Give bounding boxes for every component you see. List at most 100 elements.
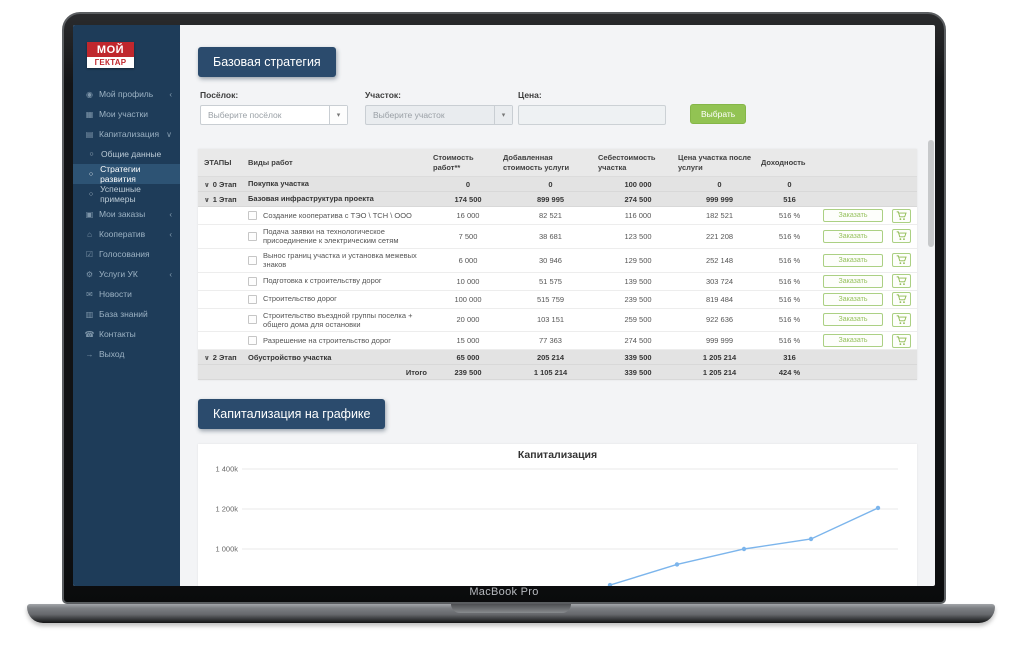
sidebar-item[interactable]: ☑ Голосования	[73, 244, 180, 264]
add-to-cart-button[interactable]	[892, 229, 911, 243]
table-row: Подготовка к строительству дорог 10 000 …	[198, 273, 917, 291]
sidebar-item[interactable]: ▥ База знаний	[73, 304, 180, 324]
price-filter: Цена:	[518, 90, 666, 125]
plot-select[interactable]: Выберите участок ▾	[365, 105, 513, 125]
price-label: Цена:	[518, 90, 666, 100]
price-after-value: 819 484	[678, 295, 761, 304]
plot-label: Участок:	[365, 90, 513, 100]
strategy-table: ЭТАПЫ Виды работ Стоимость работ** Добав…	[198, 149, 917, 380]
plots-icon: ▦	[84, 110, 95, 119]
row-checkbox[interactable]	[248, 295, 257, 304]
cart-icon	[896, 255, 907, 265]
cart-icon	[896, 231, 907, 241]
laptop-frame: МОЙ ГЕКТАР ◉ Мой профиль ‹ ▦ Мои участки…	[62, 12, 946, 604]
row-checkbox[interactable]	[248, 315, 257, 324]
added-value: 51 575	[503, 277, 598, 286]
svg-text:1 200k: 1 200k	[215, 505, 238, 514]
price-after-value: 1 205 214	[678, 353, 761, 362]
price-after-value: 1 205 214	[678, 368, 761, 377]
sidebar-item[interactable]: ✉ Новости	[73, 284, 180, 304]
vertical-scrollbar[interactable]	[928, 140, 934, 247]
app-logo[interactable]: МОЙ ГЕКТАР	[87, 42, 134, 68]
chevron-down-icon[interactable]: ∨	[204, 355, 210, 362]
order-button[interactable]: Заказать	[823, 275, 883, 288]
selfcost-value: 123 500	[598, 232, 678, 241]
yield-value: 516 %	[761, 277, 818, 286]
chevron-icon: ∨	[166, 130, 172, 139]
row-checkbox[interactable]	[248, 277, 257, 286]
selfcost-value: 139 500	[598, 277, 678, 286]
table-row: Разрешение на строительство дорог 15 000…	[198, 332, 917, 350]
sidebar-item[interactable]: ◉ Мой профиль ‹	[73, 84, 180, 104]
added-value: 1 105 214	[503, 368, 598, 377]
svg-text:1 000k: 1 000k	[215, 545, 238, 554]
yield-value: 516 %	[761, 315, 818, 324]
order-button[interactable]: Заказать	[823, 293, 883, 306]
selfcost-value: 100 000	[598, 180, 678, 189]
chevron-down-icon[interactable]: ∨	[204, 182, 210, 189]
radio-icon: ○	[86, 151, 97, 158]
sidebar-item[interactable]: ▣ Мои заказы ‹	[73, 204, 180, 224]
cart-icon	[896, 315, 907, 325]
price-after-value: 221 208	[678, 232, 761, 241]
price-after-value: 182 521	[678, 211, 761, 220]
chevron-down-icon[interactable]: ∨	[204, 197, 210, 204]
row-checkbox[interactable]	[248, 232, 257, 241]
cart-icon	[896, 276, 907, 286]
sidebar-item[interactable]: ○ Успешные примеры	[73, 184, 180, 204]
order-button[interactable]: Заказать	[823, 334, 883, 347]
logout-icon: →	[84, 350, 95, 359]
col-header-stages: ЭТАПЫ	[198, 158, 241, 167]
selfcost-value: 129 500	[598, 256, 678, 265]
table-row: Итого 239 500 1 105 214 339 500 1 205 21…	[198, 365, 917, 380]
chart-section: Капитализация на графике Капитализация С…	[198, 399, 917, 586]
cost-value: 20 000	[433, 315, 503, 324]
sidebar-item[interactable]: ○ Стратегии развития	[73, 164, 180, 184]
add-to-cart-button[interactable]	[892, 292, 911, 306]
logo-line2: ГЕКТАР	[87, 57, 134, 68]
selfcost-value: 259 500	[598, 315, 678, 324]
table-row: Строительство дорог 100 000 515 759 239 …	[198, 291, 917, 309]
order-button[interactable]: Заказать	[823, 209, 883, 222]
screen: МОЙ ГЕКТАР ◉ Мой профиль ‹ ▦ Мои участки…	[73, 25, 935, 586]
price-after-value: 999 999	[678, 336, 761, 345]
sidebar-item[interactable]: ▦ Мои участки	[73, 104, 180, 124]
order-button[interactable]: Заказать	[823, 254, 883, 267]
select-button[interactable]: Выбрать	[690, 104, 746, 124]
selfcost-value: 274 500	[598, 336, 678, 345]
add-to-cart-button[interactable]	[892, 313, 911, 327]
col-header-yield: Доходность	[761, 158, 818, 167]
add-to-cart-button[interactable]	[892, 209, 911, 223]
sidebar-item[interactable]: ☎ Контакты	[73, 324, 180, 344]
chevron-icon: ‹	[169, 90, 172, 99]
sidebar-item[interactable]: ▤ Капитализация ∨	[73, 124, 180, 144]
added-value: 0	[503, 180, 598, 189]
row-checkbox[interactable]	[248, 211, 257, 220]
sidebar-item[interactable]: → Выход	[73, 344, 180, 364]
row-checkbox[interactable]	[248, 256, 257, 265]
device-label: MacBook Pro	[64, 586, 944, 598]
sidebar-item[interactable]: ⌂ Кооператив ‹	[73, 224, 180, 244]
add-to-cart-button[interactable]	[892, 253, 911, 267]
radio-icon: ○	[86, 171, 96, 178]
col-header-price-after: Цена участка после услуги	[678, 153, 761, 172]
village-select[interactable]: Выберите посёлок ▾	[200, 105, 348, 125]
order-button[interactable]: Заказать	[823, 313, 883, 326]
yield-value: 0	[761, 180, 818, 189]
work-type-name: Базовая инфраструктура проекта	[248, 192, 374, 205]
add-to-cart-button[interactable]	[892, 334, 911, 348]
cart-icon	[896, 211, 907, 221]
order-button[interactable]: Заказать	[823, 230, 883, 243]
orders-icon: ▣	[84, 210, 95, 219]
work-type-name: Разрешение на строительство дорог	[263, 334, 391, 347]
sidebar-item[interactable]: ⚙ Услуги УК ‹	[73, 264, 180, 284]
contacts-icon: ☎	[84, 330, 95, 339]
add-to-cart-button[interactable]	[892, 274, 911, 288]
added-value: 38 681	[503, 232, 598, 241]
yield-value: 516 %	[761, 336, 818, 345]
sidebar-item[interactable]: ○ Общие данные	[73, 144, 180, 164]
row-checkbox[interactable]	[248, 336, 257, 345]
price-input[interactable]	[518, 105, 666, 125]
work-type-name: Итого	[406, 366, 427, 379]
added-value: 77 363	[503, 336, 598, 345]
